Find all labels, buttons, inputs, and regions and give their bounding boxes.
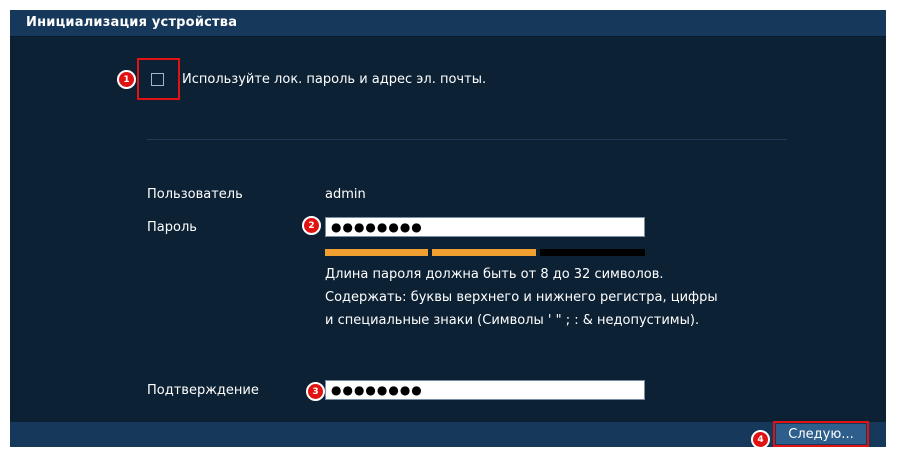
- section-divider: [147, 139, 787, 140]
- strength-segment-2: [432, 249, 536, 256]
- callout-4-number: 4: [757, 434, 764, 445]
- title-bar: Инициализация устройства: [10, 10, 886, 37]
- callout-3-badge: 3: [306, 382, 325, 401]
- strength-segment-3: [540, 249, 645, 256]
- hint-line-3: и специальные знаки (Символы ' " ; : & н…: [325, 313, 700, 328]
- hint-line-2: Содержать: буквы верхнего и нижнего реги…: [325, 290, 718, 305]
- callout-1-number: 1: [123, 74, 130, 85]
- callout-2-number: 2: [308, 220, 315, 231]
- user-label: Пользователь: [147, 187, 243, 202]
- next-button[interactable]: Следую...: [776, 424, 866, 444]
- local-auth-checkbox[interactable]: [151, 73, 164, 86]
- strength-segment-1: [325, 249, 428, 256]
- confirm-label: Подтверждение: [147, 383, 259, 398]
- callout-1-badge: 1: [117, 70, 136, 89]
- password-field[interactable]: ●●●●●●●●: [325, 217, 645, 237]
- confirm-password-field[interactable]: ●●●●●●●●: [325, 380, 645, 400]
- local-auth-label: Используйте лок. пароль и адрес эл. почт…: [182, 72, 487, 87]
- callout-4-badge: 4: [751, 430, 770, 449]
- password-label: Пароль: [147, 220, 197, 235]
- window-title: Инициализация устройства: [26, 15, 238, 30]
- user-value: admin: [325, 187, 366, 202]
- callout-2-badge: 2: [302, 216, 321, 235]
- device-init-window: Инициализация устройства 1 Используйте л…: [10, 10, 886, 449]
- callout-3-number: 3: [312, 386, 319, 397]
- password-hint: Длина пароля должна быть от 8 до 32 симв…: [325, 263, 718, 332]
- hint-line-1: Длина пароля должна быть от 8 до 32 симв…: [325, 267, 664, 282]
